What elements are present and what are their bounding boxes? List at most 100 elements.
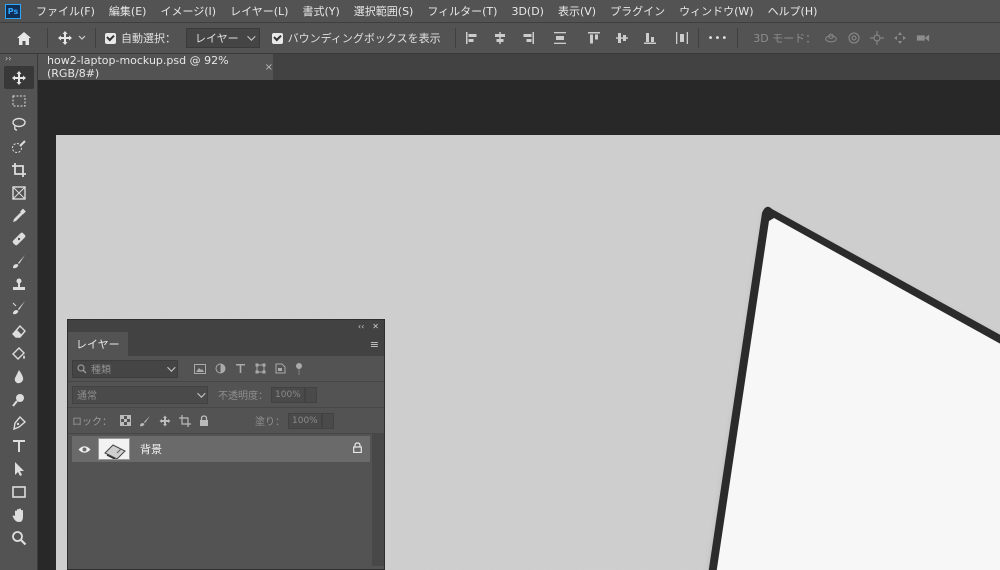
checkbox-checked-icon[interactable] [271,32,283,44]
healing-brush-tool[interactable] [0,227,38,250]
align-bottom-edges-button[interactable] [643,31,657,45]
align-right-edges-button[interactable] [521,31,535,45]
3d-scale-button[interactable] [916,31,930,45]
menu-plugins[interactable]: プラグイン [603,3,672,19]
photoshop-window: Ps ファイル(F) 編集(E) イメージ(I) レイヤー(L) 書式(Y) 選… [0,0,1000,570]
menu-window[interactable]: ウィンドウ(W) [672,3,760,19]
menu-type[interactable]: 書式(Y) [295,3,346,19]
distribute-horizontal-button[interactable] [675,31,689,45]
layer-list-scrollbar[interactable] [372,434,384,566]
quick-selection-tool[interactable] [0,135,38,158]
layer-visibility-toggle[interactable] [74,445,94,454]
move-tool-preset[interactable] [57,30,86,46]
type-tool[interactable] [0,434,38,457]
rectangle-icon [12,485,26,498]
show-bounding-box-checkbox[interactable]: バウンディングボックスを表示 [271,30,441,46]
clone-stamp-tool[interactable] [0,273,38,296]
fill-input[interactable]: 100% [288,412,322,429]
layer-filter-placeholder: 種類 [91,365,111,376]
auto-select-checkbox[interactable]: 自動選択： [105,30,176,46]
more-options-button[interactable]: ••• [708,33,729,44]
fill-label: 塗り： [255,417,285,428]
menu-help[interactable]: ヘルプ(H) [761,3,825,19]
menu-select[interactable]: 選択範囲(S) [347,3,421,19]
pen-tool[interactable] [0,411,38,434]
path-selection-tool[interactable] [0,457,38,480]
lock-position-icon[interactable] [159,415,171,427]
filter-shape-layer-icon[interactable] [255,363,266,374]
close-panel-button[interactable]: ✕ [372,322,379,331]
lock-transparent-pixels-icon[interactable] [120,415,131,426]
history-brush-tool[interactable] [0,296,38,319]
layers-panel: ‹‹ ✕ レイヤー ≡ 種類 通常 不透明度： 100% ロック： 塗り： 10… [67,319,385,570]
align-left-edges-button[interactable] [465,31,479,45]
collapse-panel-button[interactable]: ‹‹ [358,322,364,331]
checkbox-checked-icon[interactable] [105,32,116,44]
tab-layers[interactable]: レイヤー [68,332,128,356]
align-vertical-centers-button[interactable] [615,31,629,45]
3d-roll-button[interactable] [847,31,861,45]
auto-select-target-dropdown[interactable]: レイヤー [186,28,260,48]
layer-filter-kind-dropdown[interactable]: 種類 [72,359,178,378]
move-tool[interactable] [4,66,34,89]
move-icon [58,31,72,45]
camera-icon [917,34,930,42]
brush-tool[interactable] [0,250,38,273]
menu-edit[interactable]: 編集(E) [102,3,154,19]
lock-artboard-icon[interactable] [179,414,191,427]
orbit-icon [825,33,837,43]
3d-slide-button[interactable] [893,31,907,45]
filter-type-layer-icon[interactable] [235,363,246,374]
marquee-tool[interactable] [0,89,38,112]
lock-all-icon[interactable] [199,414,209,427]
frame-icon [12,185,26,200]
3d-pan-button[interactable] [870,31,885,45]
stamp-icon [13,278,25,290]
eyedropper-tool[interactable] [0,204,38,227]
align-top-edges-button[interactable] [587,31,601,45]
distribute-vertical-button[interactable] [553,31,567,45]
align-horizontal-centers-button[interactable] [493,31,507,45]
3d-orbit-button[interactable] [824,31,838,45]
menu-3d[interactable]: 3D(D) [504,5,551,18]
menu-layer[interactable]: レイヤー(L) [223,3,295,19]
panel-menu-button[interactable]: ≡ [370,332,379,356]
home-button[interactable] [10,26,38,50]
menu-image[interactable]: イメージ(I) [153,3,223,19]
paint-bucket-icon [12,346,25,360]
opacity-input[interactable]: 100% [271,386,305,403]
lasso-tool[interactable] [0,112,38,135]
align-bottom-icon [643,33,656,44]
blur-tool[interactable] [0,365,38,388]
fill-slider-button[interactable] [322,412,334,429]
document-tab[interactable]: how2-laptop-mockup.psd @ 92% (RGB/8#) × [38,54,273,80]
align-left-icon [465,32,477,44]
align-buttons [465,31,689,45]
menu-filter[interactable]: フィルター(T) [420,3,504,19]
menu-file[interactable]: ファイル(F) [29,3,102,19]
distribute-icon [553,32,566,44]
layer-row-background[interactable]: 背景 [72,436,370,462]
blend-mode-dropdown[interactable]: 通常 [72,385,208,404]
hand-tool[interactable] [0,503,38,526]
lock-image-pixels-icon[interactable] [139,415,151,427]
opacity-slider-button[interactable] [305,386,317,403]
toolbar-collapse-button[interactable]: ›› [0,54,37,66]
align-right-icon [523,32,534,44]
eyedropper-icon [13,208,26,222]
filter-smart-object-icon[interactable] [275,363,286,374]
lock-label: ロック： [72,417,112,428]
close-tab-button[interactable]: × [265,62,273,73]
filter-toggle-icon[interactable] [295,362,303,376]
zoom-tool[interactable] [0,526,38,549]
eraser-tool[interactable] [0,319,38,342]
dodge-tool[interactable] [0,388,38,411]
filter-adjustment-layer-icon[interactable] [215,363,226,374]
filter-pixel-layer-icon[interactable] [194,363,206,374]
frame-tool[interactable] [0,181,38,204]
photoshop-logo: Ps [5,3,21,19]
paint-bucket-tool[interactable] [0,342,38,365]
menu-view[interactable]: 表示(V) [551,3,603,19]
crop-tool[interactable] [0,158,38,181]
rectangle-tool[interactable] [0,480,38,503]
